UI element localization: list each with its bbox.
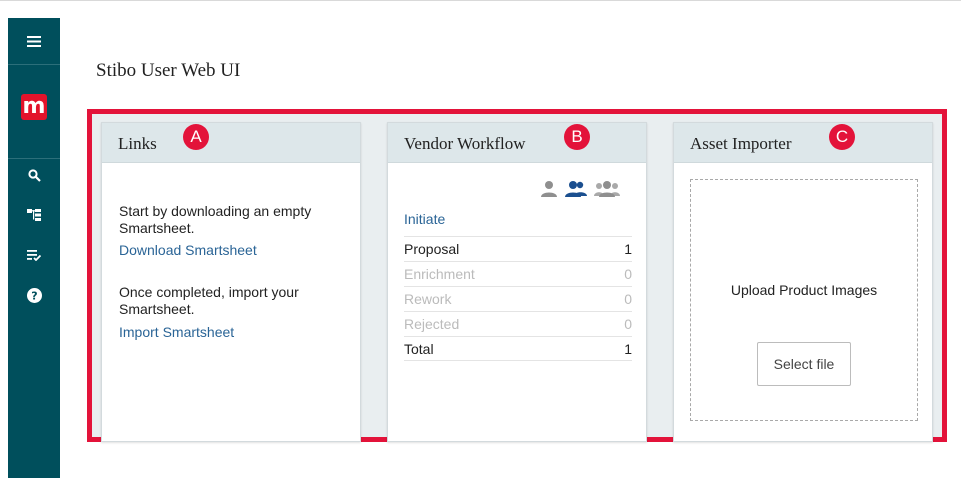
asset-importer-panel: Asset Importer Upload Product Images Sel… [673, 122, 933, 442]
vendor-workflow-panel: Vendor Workflow Initiate Proposal 1 Enri… [387, 122, 647, 442]
workflow-filter-icons [540, 180, 620, 198]
page-title: Stibo User Web UI [96, 60, 241, 81]
workflow-row-count: 0 [624, 266, 632, 282]
workflow-row-label: Enrichment [404, 266, 475, 282]
sidebar-divider [8, 158, 60, 159]
select-file-button[interactable]: Select file [757, 342, 851, 386]
search-icon [27, 168, 41, 182]
assigned-users-icon[interactable] [564, 180, 588, 198]
asset-panel-header: Asset Importer [674, 123, 932, 163]
import-smartsheet-link[interactable]: Import Smartsheet [119, 324, 234, 340]
upload-label: Upload Product Images [730, 282, 878, 298]
download-smartsheet-link[interactable]: Download Smartsheet [119, 242, 257, 258]
svg-text:?: ? [31, 289, 37, 302]
workflow-row-rework[interactable]: Rework 0 [404, 286, 632, 311]
marker-b: B [564, 124, 590, 150]
group-users-icon[interactable] [594, 180, 620, 198]
workflow-row-total: Total 1 [404, 336, 632, 361]
single-user-icon[interactable] [540, 180, 558, 198]
workflow-row-count: 1 [624, 340, 632, 357]
app-logo[interactable]: m [21, 94, 47, 120]
upload-dropzone[interactable]: Upload Product Images Select file [690, 179, 918, 421]
marker-a: A [183, 124, 209, 150]
workflow-panel-title: Vendor Workflow [404, 134, 526, 153]
workflow-row-count: 0 [624, 316, 632, 332]
workflow-row-rejected[interactable]: Rejected 0 [404, 311, 632, 336]
task-list-icon [27, 249, 41, 261]
workflow-row-label: Rejected [404, 316, 460, 332]
marker-c: C [829, 124, 855, 150]
top-divider [0, 0, 961, 1]
workflow-row-count: 1 [624, 241, 632, 257]
links-panel: Links Start by downloading an empty Smar… [101, 122, 361, 442]
sidebar-item-help[interactable]: ? [24, 285, 44, 305]
links-intro-text: Start by downloading an empty Smartsheet… [119, 203, 312, 236]
help-icon: ? [26, 287, 42, 303]
asset-panel-title: Asset Importer [690, 134, 792, 153]
links-import-text: Once completed, import your Smartsheet. [119, 284, 299, 317]
menu-icon [27, 35, 41, 47]
logo-letter: m [22, 94, 46, 119]
workflow-panel-header: Vendor Workflow [388, 123, 646, 163]
sidebar-item-search[interactable] [24, 165, 44, 185]
sidebar: m ? [8, 18, 60, 478]
sidebar-item-hierarchy[interactable] [24, 205, 44, 225]
workflow-row-enrichment[interactable]: Enrichment 0 [404, 261, 632, 286]
initiate-link[interactable]: Initiate [404, 211, 445, 227]
workflow-row-count: 0 [624, 291, 632, 307]
workflow-row-label: Proposal [404, 241, 460, 257]
links-panel-header: Links [102, 123, 360, 163]
workflow-row-label: Rework [404, 291, 452, 307]
menu-button[interactable] [8, 18, 60, 65]
sidebar-item-tasks[interactable] [24, 245, 44, 265]
hierarchy-icon [27, 209, 41, 221]
workflow-row-proposal[interactable]: Proposal 1 [404, 236, 632, 261]
workflow-row-label: Total [404, 340, 434, 357]
links-panel-title: Links [118, 134, 157, 153]
